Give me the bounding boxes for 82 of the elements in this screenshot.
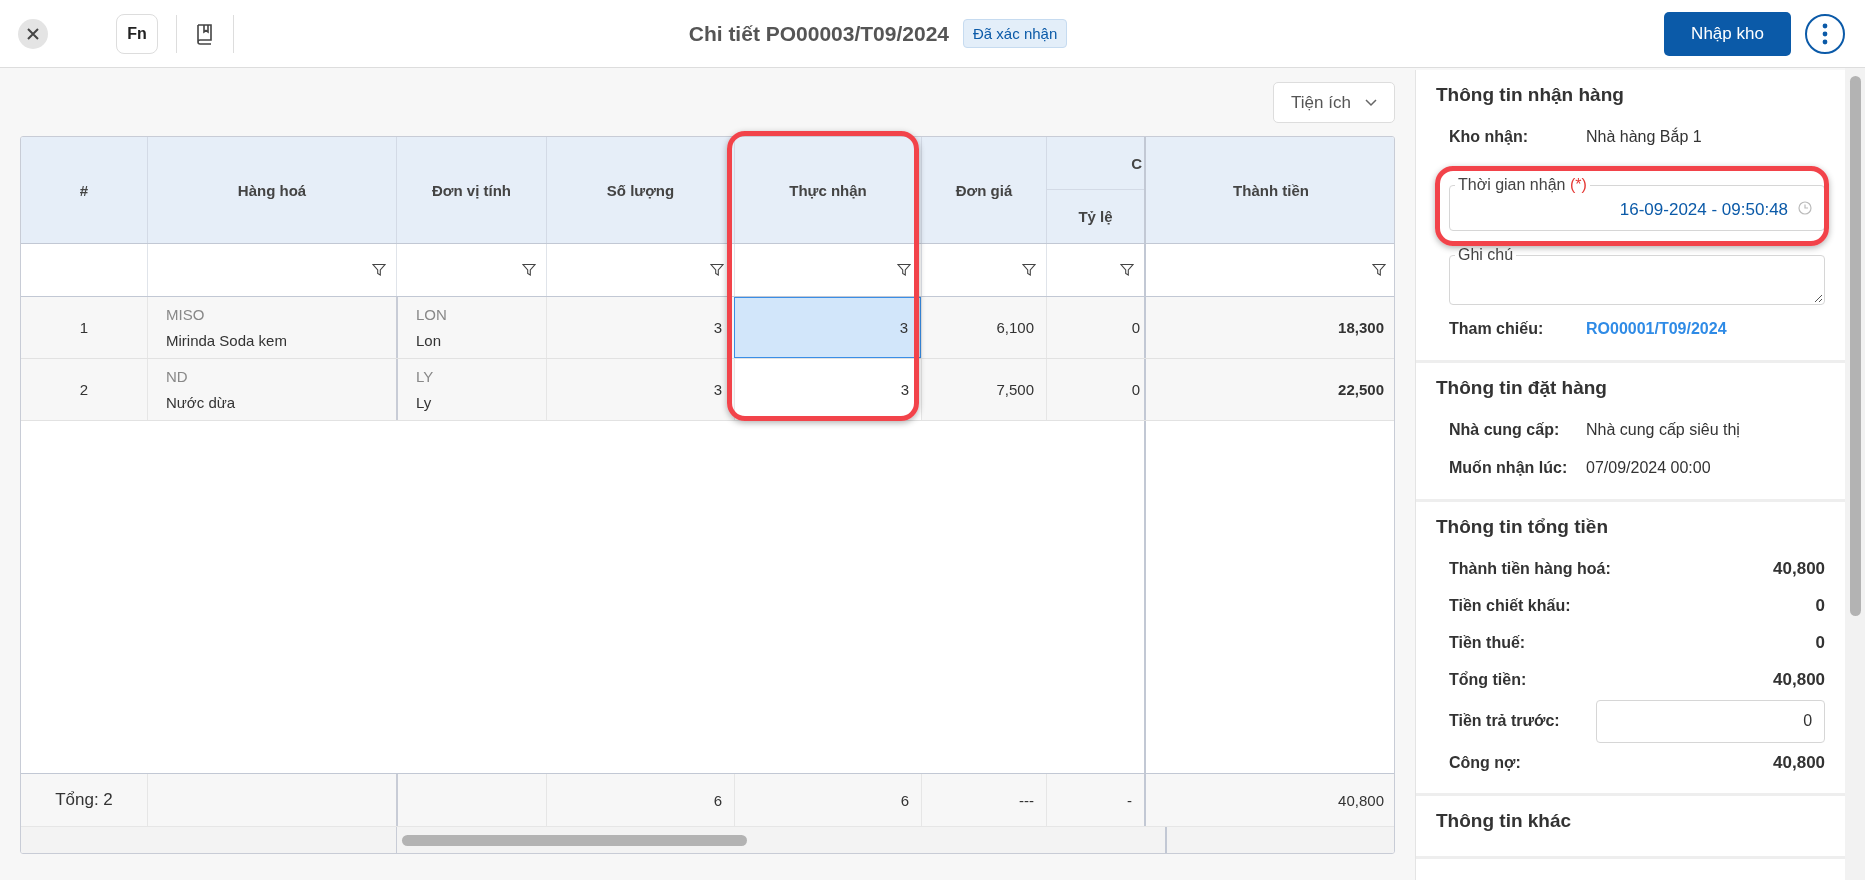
row-number: 2 [79, 381, 89, 398]
unit-price-cell: 7,500 [996, 381, 1034, 398]
field-label: Nhà cung cấp: [1449, 421, 1561, 439]
field-label: Tiền chiết khấu: [1449, 596, 1571, 615]
more-button[interactable] [1805, 13, 1845, 54]
prepaid-input[interactable]: 0 [1596, 699, 1826, 743]
book-icon [195, 22, 215, 45]
field-label: Kho nhận: [1449, 128, 1530, 146]
column-group-header: C [1131, 154, 1142, 172]
field-value: Nhà cung cấp siêu thị [1586, 421, 1740, 439]
filter-icon[interactable] [1022, 263, 1036, 277]
scrollbar-thumb[interactable] [402, 834, 747, 846]
amount-value: 0 [1815, 632, 1826, 653]
import-button[interactable]: Nhập kho [1664, 11, 1791, 56]
filter-icon[interactable] [710, 263, 724, 277]
filter-icon[interactable] [897, 263, 911, 277]
amount-cell: 22,500 [1338, 381, 1384, 398]
column-header[interactable]: Thực nhận [789, 181, 867, 199]
reference-link[interactable]: RO00001/T09/2024 [1586, 320, 1727, 338]
item-name: Nước dừa [166, 394, 236, 411]
utility-dropdown[interactable]: Tiện ích [1273, 82, 1395, 123]
field-value: 07/09/2024 00:00 [1586, 459, 1711, 477]
column-header[interactable]: Đơn giá [955, 181, 1013, 199]
field-label: Tiền thuế: [1449, 633, 1526, 652]
amount-value: 40,800 [1773, 669, 1826, 690]
field-label: Tham chiếu: [1449, 320, 1545, 338]
received-quantity-cell[interactable]: 3 [734, 297, 921, 358]
field-label: Thành tiền hàng hoá: [1449, 559, 1611, 578]
field-label: Tổng tiền: [1449, 670, 1527, 689]
amount-cell: 18,300 [1338, 319, 1384, 336]
section-title: Thông tin nhận hàng [1436, 84, 1625, 106]
more-icon [1822, 22, 1828, 45]
total-price: --- [1019, 791, 1034, 809]
rate-cell: 0 [1131, 381, 1140, 398]
item-code: ND [166, 368, 188, 385]
page-title: Chi tiết PO00003/T09/2024 [688, 21, 950, 46]
unit-name: Lon [416, 332, 442, 349]
field-label: Muốn nhận lúc: [1449, 459, 1569, 477]
total-received: 6 [900, 791, 909, 809]
section-title: Thông tin khác [1436, 810, 1573, 832]
field-value: Nhà hàng Bắp 1 [1586, 128, 1702, 146]
amount-value: 40,800 [1773, 558, 1826, 579]
total-quantity: 6 [713, 791, 722, 809]
chevron-down-icon [1364, 98, 1377, 107]
book-button[interactable] [195, 22, 215, 45]
unit-price-cell: 6,100 [996, 319, 1034, 336]
column-header[interactable]: Hàng hoá [237, 181, 307, 199]
field-label: Tiền trả trước: [1449, 712, 1560, 730]
filter-icon[interactable] [522, 263, 536, 277]
item-code: MISO [166, 306, 205, 323]
close-icon [26, 26, 40, 41]
amount-value: 0 [1815, 595, 1826, 616]
column-header[interactable]: # [79, 181, 89, 199]
column-header[interactable]: Số lượng [606, 181, 675, 199]
rate-cell: 0 [1131, 319, 1140, 336]
close-button[interactable] [18, 18, 48, 49]
unit-code: LY [416, 368, 434, 385]
item-name: Mirinda Soda kem [166, 332, 287, 349]
unit-name: Ly [416, 394, 432, 411]
field-label: Công nợ: [1449, 753, 1521, 772]
status-badge: Đã xác nhận [963, 19, 1068, 48]
scrollbar-thumb[interactable] [1849, 76, 1861, 616]
total-rate: - [1127, 791, 1132, 809]
unit-code: LON [416, 306, 447, 323]
total-amount: 40,800 [1338, 791, 1384, 809]
quantity-cell: 3 [713, 319, 722, 336]
filter-icon[interactable] [1120, 263, 1134, 277]
function-key-button[interactable]: Fn [116, 13, 158, 54]
clock-icon [1798, 201, 1813, 215]
section-title: Thông tin tổng tiền [1436, 516, 1609, 538]
column-header[interactable]: Đơn vị tính [432, 181, 511, 199]
amount-value: 40,800 [1773, 752, 1826, 773]
row-number: 1 [79, 319, 89, 336]
quantity-cell: 3 [713, 381, 722, 398]
section-title: Thông tin đặt hàng [1436, 377, 1608, 399]
column-header: Tỷ lệ [1078, 208, 1113, 225]
total-count: Tổng: 2 [55, 790, 113, 810]
filter-icon[interactable] [372, 263, 386, 277]
resize-handle-icon[interactable] [1814, 294, 1824, 303]
column-header[interactable]: Thành tiền [1233, 181, 1309, 199]
filter-icon[interactable] [1372, 263, 1386, 277]
received-quantity-cell[interactable]: 3 [734, 359, 921, 420]
